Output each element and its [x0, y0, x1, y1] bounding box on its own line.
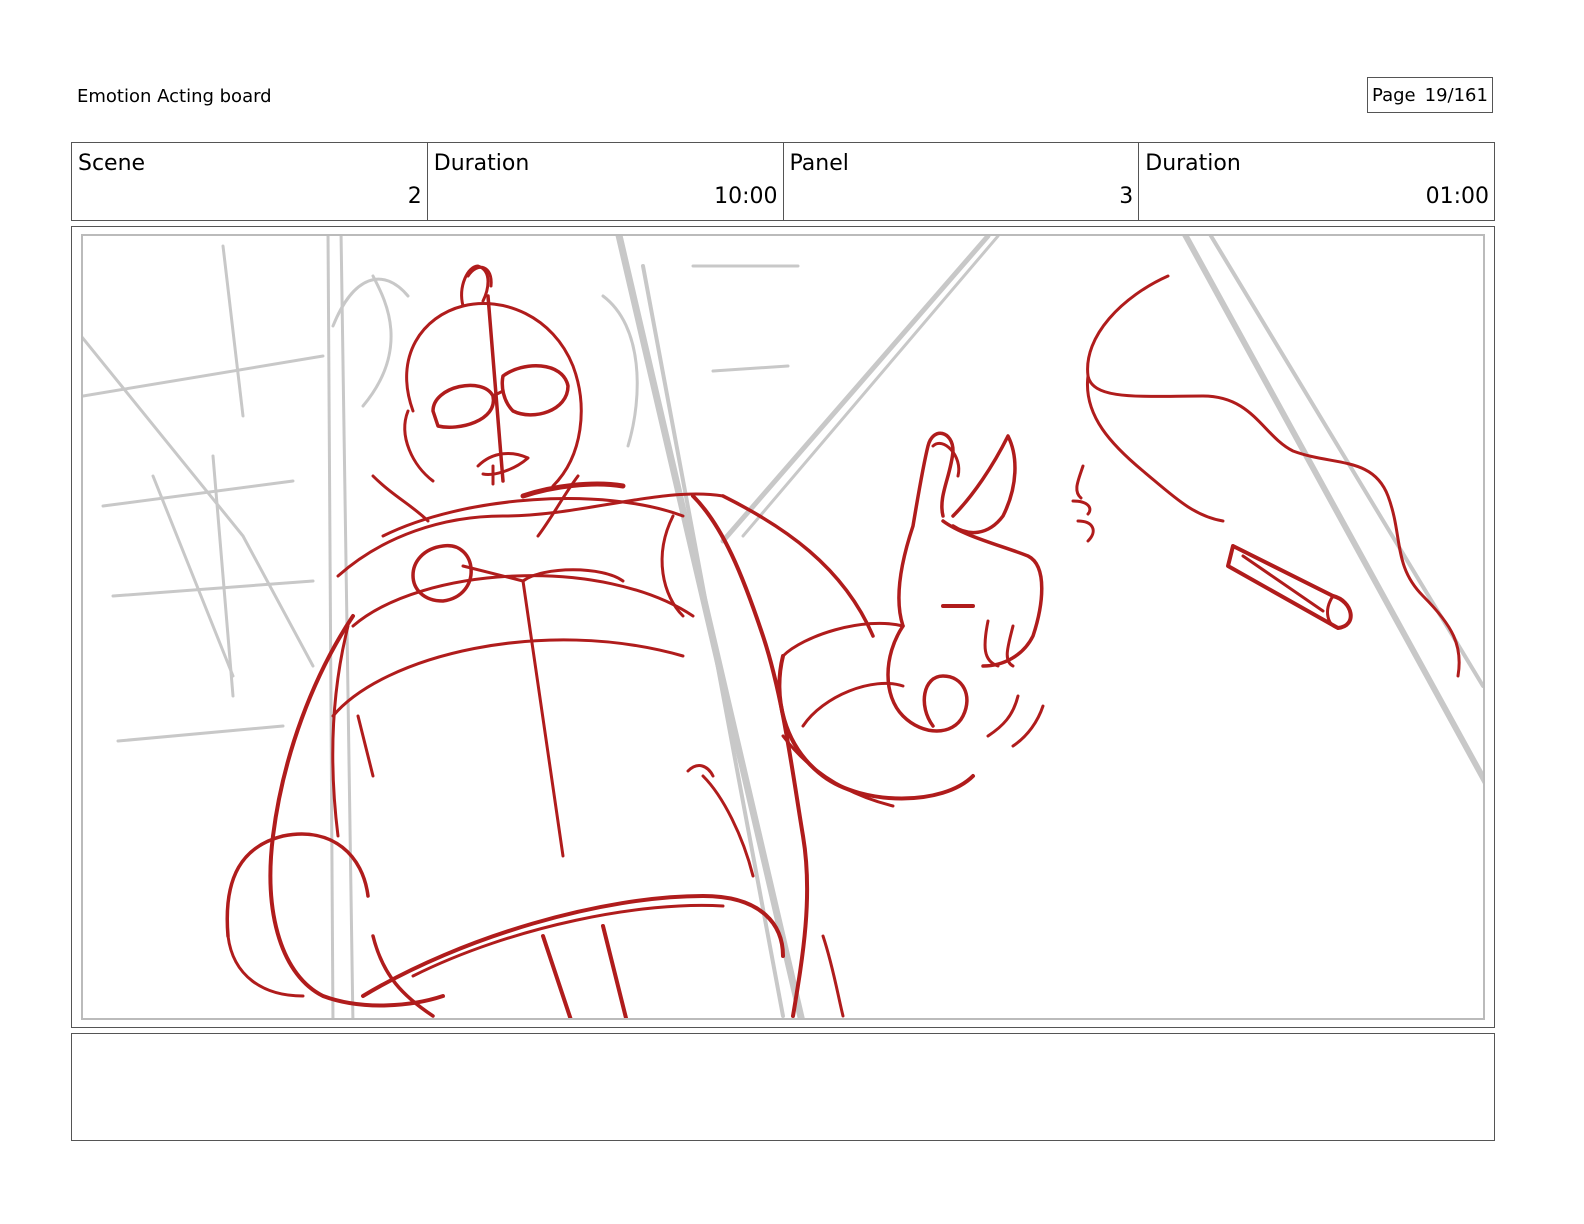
scene-label: Scene — [78, 151, 146, 176]
page-indicator: Page 19/161 — [1367, 77, 1493, 113]
scene-duration-value: 10:00 — [714, 184, 778, 209]
scene-duration-cell: Duration 10:00 — [428, 143, 784, 220]
scene-info-table: Scene 2 Duration 10:00 Panel 3 Duration … — [71, 142, 1495, 221]
storyboard-sketch — [83, 236, 1483, 1018]
storyboard-panel-frame — [71, 226, 1495, 1028]
notes-box[interactable] — [71, 1033, 1495, 1141]
panel-duration-cell: Duration 01:00 — [1139, 143, 1494, 220]
scene-cell: Scene 2 — [72, 143, 428, 220]
scene-value: 2 — [407, 184, 422, 209]
page-label: Page — [1372, 84, 1416, 106]
panel-cell: Panel 3 — [784, 143, 1140, 220]
storyboard-panel — [81, 234, 1485, 1020]
board-title: Emotion Acting board — [77, 86, 272, 107]
panel-duration-label: Duration — [1145, 151, 1241, 176]
background-guides — [83, 236, 1483, 1018]
character-sketch — [225, 264, 1461, 1018]
page-number: 19/161 — [1424, 84, 1488, 106]
panel-duration-value: 01:00 — [1425, 184, 1489, 209]
panel-label: Panel — [789, 151, 849, 176]
scene-duration-label: Duration — [433, 151, 530, 176]
panel-value: 3 — [1119, 184, 1134, 209]
